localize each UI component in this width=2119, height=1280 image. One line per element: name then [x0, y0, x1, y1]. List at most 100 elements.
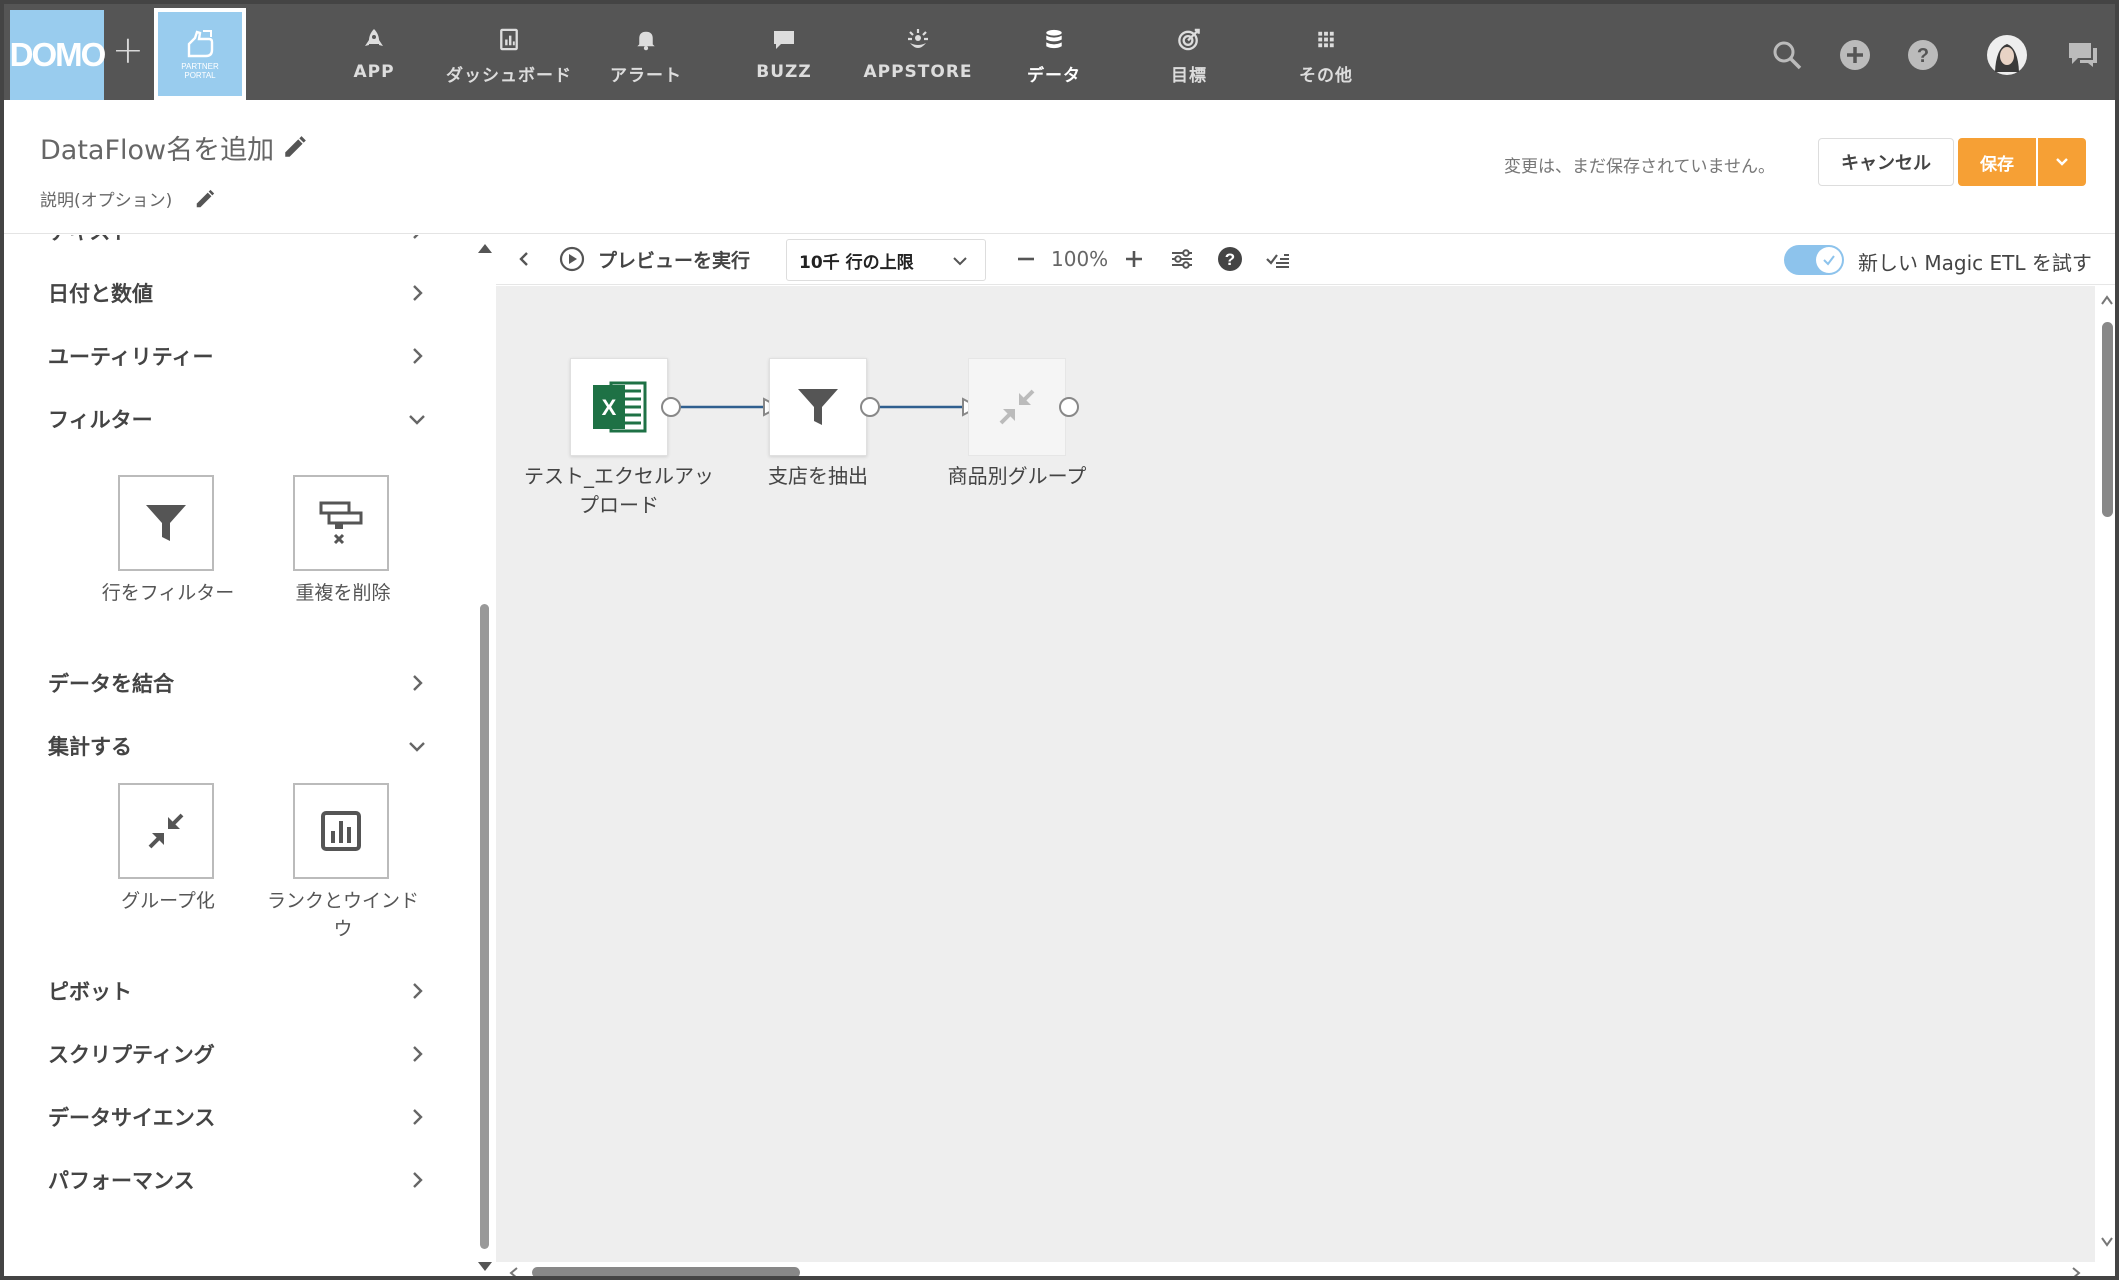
nav-app-label: APP: [353, 62, 395, 82]
canvas-horizontal-scroll-thumb[interactable]: [532, 1267, 800, 1276]
nav-appstore-label: APPSTORE: [863, 62, 973, 82]
nav-more[interactable]: その他: [1286, 26, 1366, 86]
group-by-icon: [148, 813, 184, 849]
group-by-icon: [999, 389, 1035, 425]
sidebar-category-scripting[interactable]: スクリプティング: [48, 1034, 428, 1074]
zoom-out-icon[interactable]: [1014, 247, 1038, 271]
nav-alert-label: アラート: [610, 66, 682, 86]
sidebar-category-label: パフォーマンス: [48, 1169, 195, 1193]
dataflow-canvas[interactable]: X テスト_エクセルアップロード 支店を抽出 商品別グループ: [496, 286, 2095, 1262]
app-frame: DOMO + PARTNER PORTAL APP ダッシュボード アラート B…: [0, 0, 2119, 1280]
canvas-vertical-scroll-thumb[interactable]: [2102, 322, 2113, 517]
svg-text:?: ?: [1225, 250, 1235, 269]
scroll-down-arrow-icon[interactable]: [478, 1262, 492, 1271]
nav-more-label: その他: [1299, 66, 1353, 86]
sidebar-category-aggregate[interactable]: 集計する: [48, 726, 428, 766]
rocket-icon: [365, 29, 383, 46]
cancel-button[interactable]: キャンセル: [1818, 138, 1954, 186]
tile-sidebar: テキスト 日付と数値 ユーティリティー フィルター 行をフィルター 重複を削除 …: [4, 235, 474, 1276]
zoom-in-icon[interactable]: [1122, 247, 1146, 271]
sidebar-category-pivot[interactable]: ピボット: [48, 971, 428, 1011]
tile-filter-rows[interactable]: [118, 475, 214, 571]
partner-portal-button[interactable]: PARTNER PORTAL: [154, 8, 246, 100]
svg-text:X: X: [602, 395, 617, 420]
scroll-up-arrow-icon[interactable]: [2100, 294, 2114, 306]
dataflow-description[interactable]: 説明(オプション): [40, 186, 172, 211]
play-circle-icon: [559, 246, 585, 272]
output-port[interactable]: [1059, 397, 1079, 417]
nav-dashboard[interactable]: ダッシュボード: [444, 26, 574, 86]
nav-data[interactable]: データ: [1014, 26, 1094, 86]
collapse-sidebar-chevron-icon[interactable]: [514, 249, 534, 269]
tile-label: 行をフィルター: [101, 582, 235, 604]
magic-etl-toggle[interactable]: [1784, 245, 1844, 275]
database-icon: [1046, 29, 1062, 49]
nav-alert[interactable]: アラート: [604, 26, 688, 86]
node-excel-input[interactable]: X: [570, 358, 668, 456]
domo-logo[interactable]: DOMO: [10, 10, 106, 100]
tile-group-by[interactable]: [118, 783, 214, 879]
run-preview-button[interactable]: プレビューを実行: [558, 245, 750, 273]
dashboard-icon: [500, 28, 518, 51]
save-button[interactable]: 保存: [1958, 138, 2036, 186]
check-icon: [1823, 255, 1835, 266]
nav-app[interactable]: APP: [344, 26, 404, 86]
target-icon: [1178, 28, 1200, 51]
chat-bubble-icon[interactable]: [2066, 38, 2100, 72]
nav-appstore[interactable]: APPSTORE: [863, 26, 973, 86]
sidebar-category-label: 日付と数値: [48, 282, 153, 306]
tile-label: ランクとウインドウ: [266, 890, 419, 940]
chevron-right-icon: [413, 1172, 423, 1188]
sidebar-category-label: ユーティリティー: [48, 345, 214, 369]
chevron-right-icon: [413, 675, 423, 691]
dataflow-name[interactable]: DataFlow名を追加: [40, 128, 274, 167]
nav-buzz[interactable]: BUZZ: [744, 26, 824, 86]
row-limit-select[interactable]: 10千 行の上限: [786, 239, 986, 281]
sidebar-category-label: スクリプティング: [48, 1043, 215, 1067]
add-circle-icon[interactable]: [1838, 38, 1872, 72]
search-icon[interactable]: [1770, 38, 1804, 72]
nav-data-label: データ: [1027, 66, 1081, 86]
sidebar-category-join[interactable]: データを結合: [48, 663, 428, 703]
tile-rank-window[interactable]: [293, 783, 389, 879]
sidebar-category-filter[interactable]: フィルター: [48, 399, 428, 439]
sidebar-category-performance[interactable]: パフォーマンス: [48, 1160, 428, 1200]
grid-icon: [1318, 31, 1334, 48]
row-limit-value: 10千 行の上限: [799, 252, 914, 273]
sidebar-category-text[interactable]: テキスト: [48, 235, 428, 251]
sidebar-category-date-number[interactable]: 日付と数値: [48, 273, 428, 313]
output-port[interactable]: [860, 397, 880, 417]
dataflow-header: DataFlow名を追加 説明(オプション) 変更は、まだ保存されていません。 …: [4, 100, 2115, 234]
sidebar-category-label: 集計する: [48, 735, 132, 759]
sidebar-scroll-thumb[interactable]: [480, 604, 489, 1249]
node-group-by[interactable]: [968, 358, 1066, 456]
scroll-up-arrow-icon[interactable]: [478, 244, 492, 253]
funnel-icon: [146, 505, 186, 541]
sidebar-category-data-science[interactable]: データサイエンス: [48, 1097, 428, 1137]
sidebar-category-label: ピボット: [48, 980, 132, 1004]
help-icon[interactable]: ?: [1906, 38, 1940, 72]
zoom-level: 100%: [1051, 247, 1109, 271]
chevron-right-icon: [413, 1109, 423, 1125]
appstore-icon: [908, 29, 928, 48]
sidebar-category-utility[interactable]: ユーティリティー: [48, 336, 428, 376]
settings-sliders-icon[interactable]: [1168, 245, 1196, 273]
validate-checklist-icon[interactable]: [1264, 245, 1292, 273]
chevron-right-icon: [413, 1046, 423, 1062]
chevron-right-icon: [413, 348, 423, 364]
scroll-left-arrow-icon[interactable]: [508, 1266, 520, 1280]
scroll-right-arrow-icon[interactable]: [2070, 1266, 2082, 1280]
edit-name-pencil-icon[interactable]: [282, 134, 308, 160]
node-filter[interactable]: [769, 358, 867, 456]
scroll-down-arrow-icon[interactable]: [2100, 1236, 2114, 1248]
magic-etl-toggle-label: 新しい Magic ETL を試す: [1858, 251, 2092, 275]
edit-description-pencil-icon[interactable]: [194, 188, 216, 210]
tile-remove-duplicates[interactable]: [293, 475, 389, 571]
toggle-knob: [1816, 247, 1842, 273]
nav-goals[interactable]: 目標: [1154, 26, 1224, 86]
avatar[interactable]: [1986, 34, 2028, 76]
save-options-dropdown[interactable]: [2038, 138, 2086, 186]
output-port[interactable]: [661, 397, 681, 417]
add-plus-button[interactable]: +: [112, 30, 144, 70]
help-icon[interactable]: ?: [1216, 245, 1244, 273]
